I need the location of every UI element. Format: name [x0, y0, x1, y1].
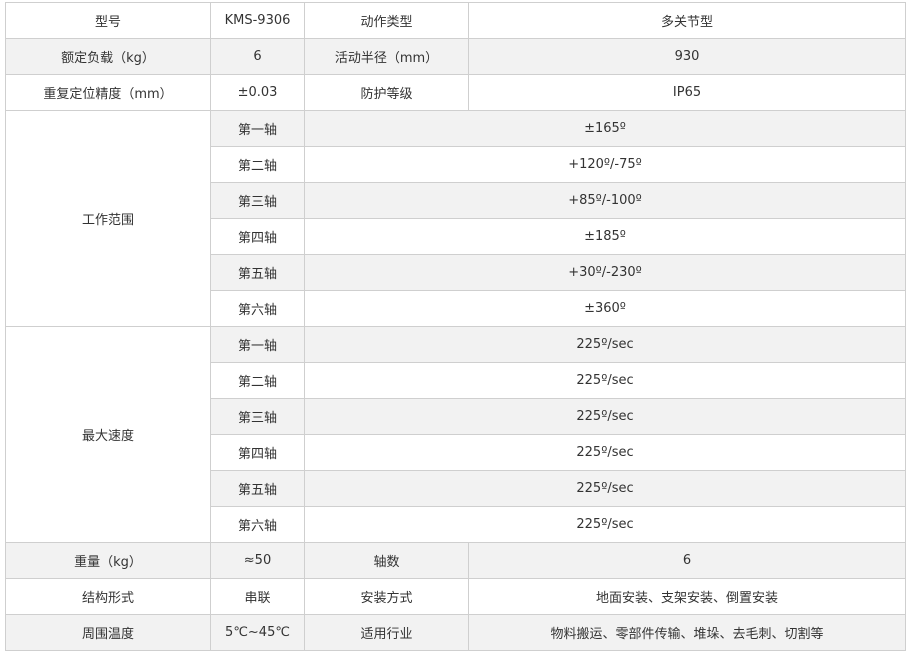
- axis-name: 第四轴: [210, 218, 305, 255]
- payload-value: 6: [210, 38, 305, 75]
- axis-count-value: 6: [468, 542, 906, 579]
- industry-value: 物料搬运、零部件传输、堆垛、去毛刺、切割等: [468, 614, 906, 651]
- axis-speed-value: 225º/sec: [304, 470, 906, 507]
- working-range-label: 工作范围: [5, 110, 211, 327]
- table-row: 周围温度 5℃~45℃ 适用行业 物料搬运、零部件传输、堆垛、去毛刺、切割等: [5, 614, 906, 651]
- axis-range-value: +120º/-75º: [304, 146, 906, 183]
- axis-name: 第六轴: [210, 290, 305, 327]
- axis-speed-value: 225º/sec: [304, 434, 906, 471]
- motion-type-value: 多关节型: [468, 2, 906, 39]
- axis-speed-value: 225º/sec: [304, 326, 906, 363]
- axis-range-value: ±360º: [304, 290, 906, 327]
- model-value: KMS-9306: [210, 2, 305, 39]
- protection-label: 防护等级: [304, 74, 469, 111]
- max-speed-label: 最大速度: [5, 326, 211, 543]
- table-row: 结构形式 串联 安装方式 地面安装、支架安装、倒置安装: [5, 578, 906, 615]
- axis-speed-value: 225º/sec: [304, 362, 906, 399]
- table-row: 型号 KMS-9306 动作类型 多关节型: [5, 2, 906, 39]
- axis-name: 第三轴: [210, 398, 305, 435]
- protection-value: IP65: [468, 74, 906, 111]
- mounting-label: 安装方式: [304, 578, 469, 615]
- axis-name: 第三轴: [210, 182, 305, 219]
- axis-name: 第一轴: [210, 326, 305, 363]
- structure-label: 结构形式: [5, 578, 211, 615]
- weight-value: ≈50: [210, 542, 305, 579]
- table-row: 最大速度 第一轴 225º/sec: [5, 326, 906, 543]
- table-row: 额定负载（kg） 6 活动半径（mm） 930: [5, 38, 906, 75]
- table-row: 重复定位精度（mm） ±0.03 防护等级 IP65: [5, 74, 906, 111]
- axis-count-label: 轴数: [304, 542, 469, 579]
- axis-speed-value: 225º/sec: [304, 506, 906, 543]
- axis-speed-value: 225º/sec: [304, 398, 906, 435]
- motion-type-label: 动作类型: [304, 2, 469, 39]
- axis-name: 第四轴: [210, 434, 305, 471]
- axis-name: 第二轴: [210, 362, 305, 399]
- repeatability-label: 重复定位精度（mm）: [5, 74, 211, 111]
- axis-name: 第五轴: [210, 470, 305, 507]
- industry-label: 适用行业: [304, 614, 469, 651]
- weight-label: 重量（kg）: [5, 542, 211, 579]
- repeatability-value: ±0.03: [210, 74, 305, 111]
- table-row: 工作范围 第一轴 ±165º: [5, 110, 906, 327]
- mounting-value: 地面安装、支架安装、倒置安装: [468, 578, 906, 615]
- ambient-temp-value: 5℃~45℃: [210, 614, 305, 651]
- axis-range-value: ±165º: [304, 110, 906, 147]
- ambient-temp-label: 周围温度: [5, 614, 211, 651]
- axis-range-value: +30º/-230º: [304, 254, 906, 291]
- axis-range-value: ±185º: [304, 218, 906, 255]
- axis-range-value: +85º/-100º: [304, 182, 906, 219]
- reach-label: 活动半径（mm）: [304, 38, 469, 75]
- axis-name: 第六轴: [210, 506, 305, 543]
- payload-label: 额定负载（kg）: [5, 38, 211, 75]
- model-label: 型号: [5, 2, 211, 39]
- reach-value: 930: [468, 38, 906, 75]
- axis-name: 第一轴: [210, 110, 305, 147]
- table-row: 重量（kg） ≈50 轴数 6: [5, 542, 906, 579]
- structure-value: 串联: [210, 578, 305, 615]
- axis-name: 第二轴: [210, 146, 305, 183]
- axis-name: 第五轴: [210, 254, 305, 291]
- spec-table: 型号 KMS-9306 动作类型 多关节型 额定负载（kg） 6 活动半径（mm…: [5, 2, 906, 651]
